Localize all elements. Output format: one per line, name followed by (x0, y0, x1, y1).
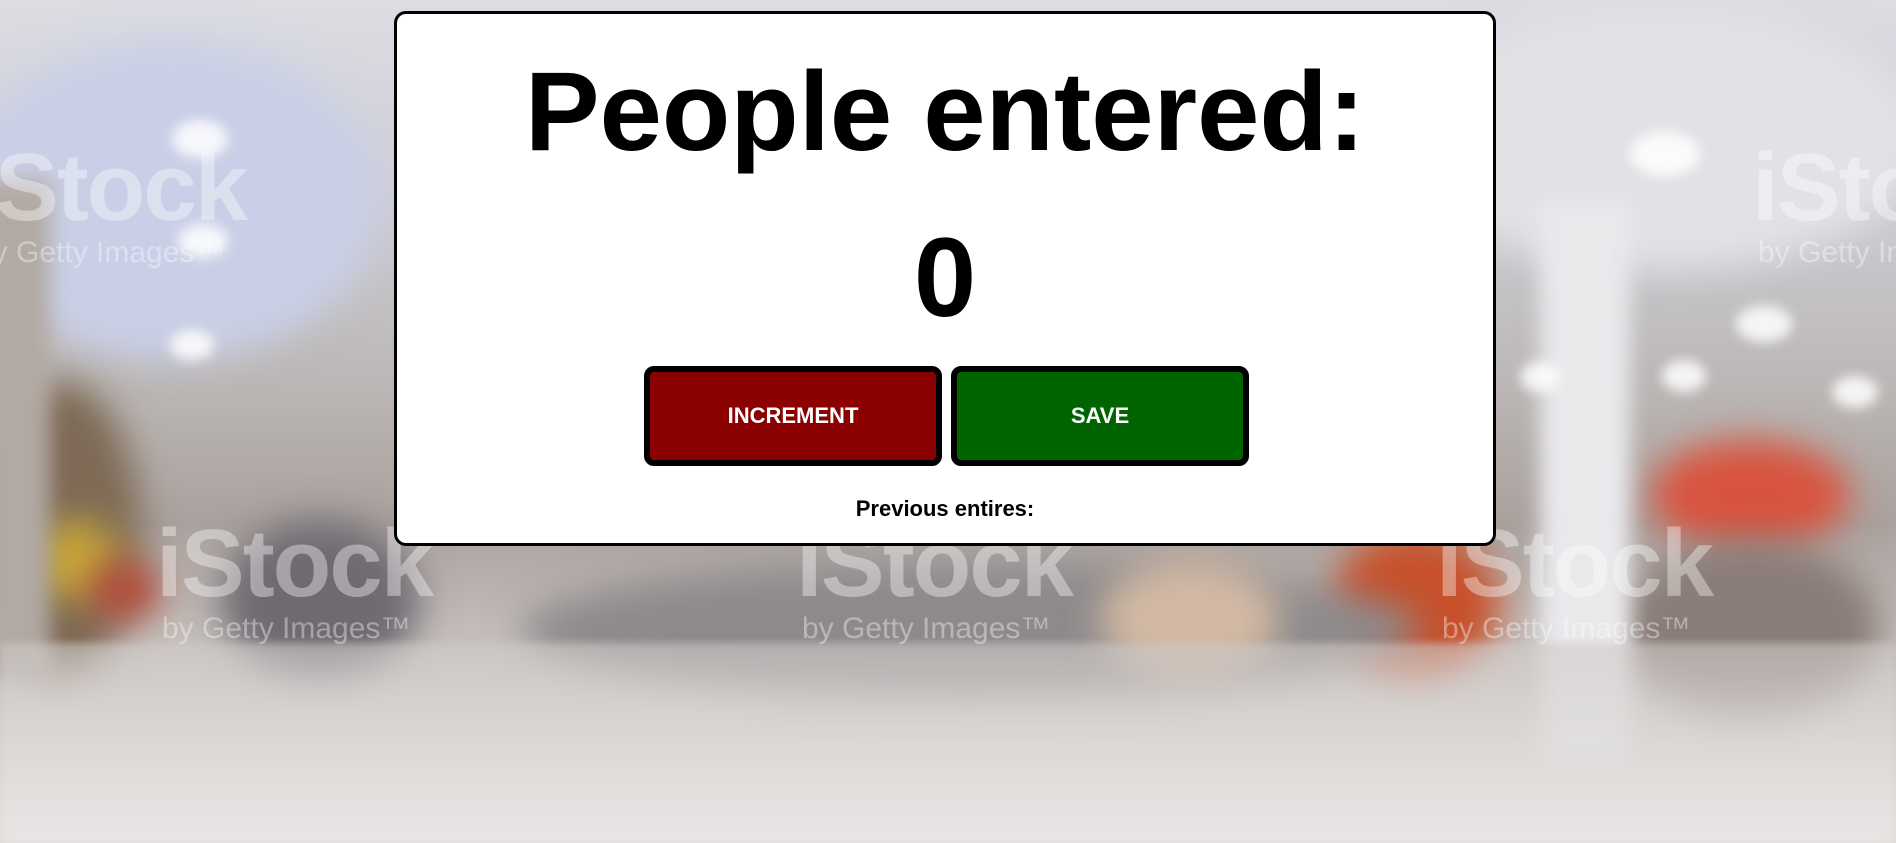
previous-entries-label: Previous entires: (855, 496, 1035, 521)
people-entered-heading: People entered: (524, 49, 1366, 174)
counter-panel: People entered: 0 INCREMENT SAVE Previou… (394, 11, 1496, 546)
people-count: 0 (913, 215, 977, 340)
action-buttons: INCREMENT SAVE (644, 366, 1252, 466)
save-button[interactable]: SAVE (951, 366, 1249, 466)
increment-button[interactable]: INCREMENT (644, 366, 942, 466)
